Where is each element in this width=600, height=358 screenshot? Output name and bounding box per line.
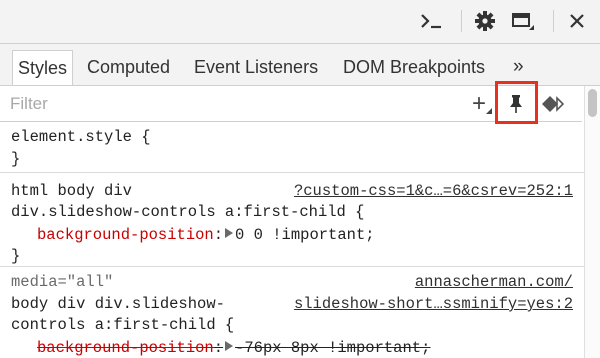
rule-selector[interactable]: controls a:first-child { [11, 316, 234, 334]
toolbar-divider [461, 10, 462, 32]
expand-triangle-icon[interactable] [225, 228, 234, 238]
console-prompt-icon[interactable] [416, 8, 446, 34]
property-colon: : [213, 226, 224, 244]
rule-property[interactable]: background-position: 0 0 !important; [37, 226, 375, 244]
plus-icon: + [471, 90, 486, 117]
rule-source-link[interactable]: ?custom-css=1&c…=6&csrev=252:1 [294, 182, 573, 200]
tab-event-listeners[interactable]: Event Listeners [189, 50, 323, 85]
sidebar-tabs: Styles Computed Event Listeners DOM Brea… [0, 44, 600, 86]
devtools-toolbar [0, 0, 600, 44]
rule-close-brace: } [11, 150, 21, 168]
property-value[interactable]: 0 0 !important; [235, 226, 375, 244]
property-value[interactable]: -76px 8px !important; [235, 339, 430, 357]
element-state-icon[interactable] [540, 90, 568, 118]
rule-selector[interactable]: body div div.slideshow- [11, 295, 225, 313]
expand-triangle-icon[interactable] [225, 341, 234, 351]
toolbar-divider [553, 10, 554, 32]
corner-triangle-icon [486, 108, 492, 114]
style-rule: ?custom-css=1&c…=6&csrev=252:1 html body… [0, 173, 584, 267]
gear-icon[interactable] [472, 8, 498, 34]
rule-media: media="all" [11, 273, 114, 291]
vertical-scrollbar[interactable] [584, 86, 600, 358]
filter-input[interactable] [10, 92, 410, 116]
rule-selector[interactable]: element.style { [11, 128, 151, 146]
tab-computed[interactable]: Computed [82, 50, 175, 85]
rule-source-link[interactable]: annascherman.com/ [415, 273, 573, 291]
rule-selector[interactable]: div.slideshow-controls a:first-child { [11, 203, 364, 221]
style-rule-element: element.style { } [0, 122, 584, 173]
close-icon[interactable] [565, 8, 589, 34]
tab-styles[interactable]: Styles [12, 50, 74, 85]
rule-selector[interactable]: html body div [11, 182, 132, 200]
rule-source-link[interactable]: slideshow-short…ssminify=yes:2 [294, 295, 573, 313]
rule-close-brace: } [11, 247, 21, 265]
property-colon: : [213, 339, 224, 357]
rule-property-overridden[interactable]: background-position: -76px 8px !important… [37, 339, 430, 357]
property-name[interactable]: background-position [37, 339, 214, 357]
property-name[interactable]: background-position [37, 226, 214, 244]
scrollbar-thumb[interactable] [588, 89, 597, 117]
style-rule: media="all" annascherman.com/ slideshow-… [0, 267, 584, 358]
tab-dom-breakpoints[interactable]: DOM Breakpoints [338, 50, 490, 85]
new-style-rule-button[interactable]: + [464, 90, 494, 118]
pin-highlight [495, 81, 538, 124]
styles-pane: element.style { } ?custom-css=1&c…=6&csr… [0, 122, 584, 358]
dock-side-icon[interactable] [508, 8, 538, 34]
more-tabs-button[interactable]: » [513, 50, 524, 85]
